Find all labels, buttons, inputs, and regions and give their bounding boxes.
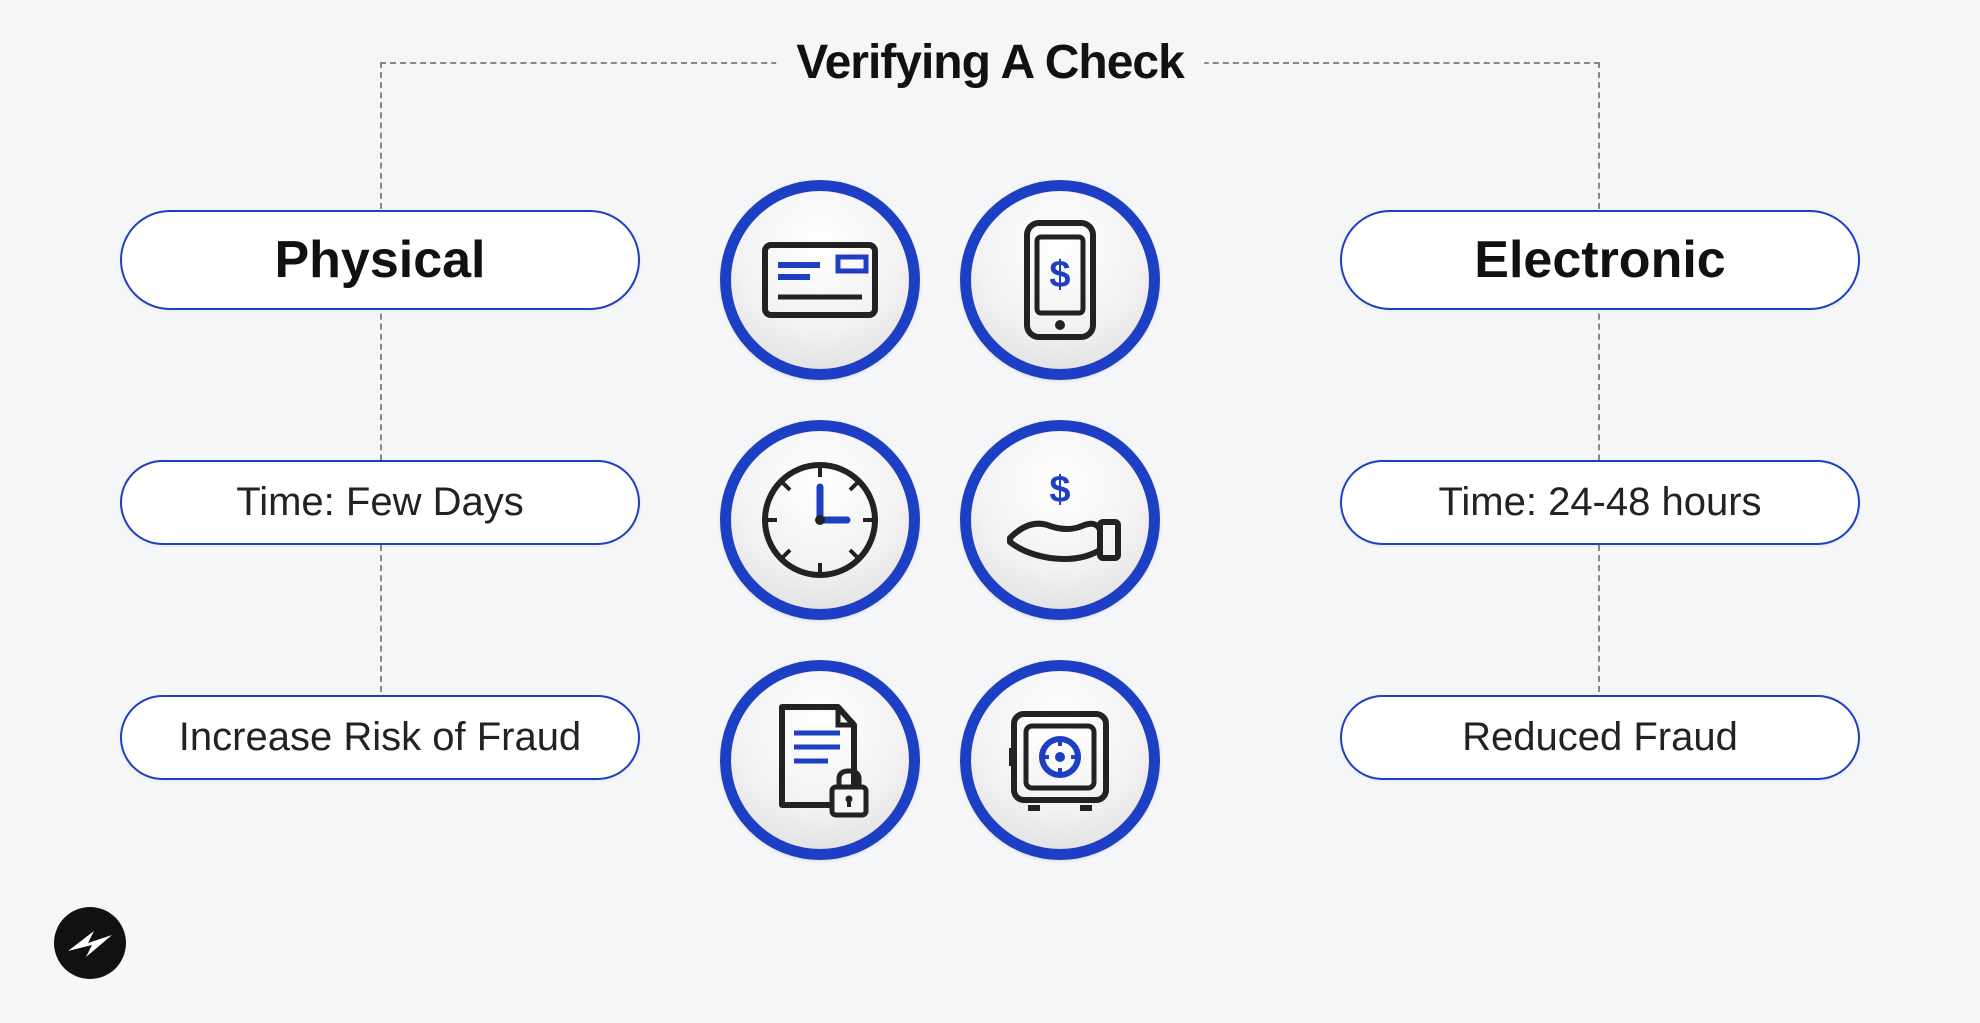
diagram-container: Verifying A Check Physical Time: Few Day…	[0, 0, 1980, 1023]
phone-dollar-icon: $	[960, 180, 1160, 380]
left-fraud-pill: Increase Risk of Fraud	[120, 695, 640, 780]
dashed-left-line	[380, 62, 382, 702]
document-lock-icon	[720, 660, 920, 860]
brand-logo-icon	[50, 903, 130, 983]
page-title: Verifying A Check	[776, 35, 1204, 90]
right-time-pill: Time: 24-48 hours	[1340, 460, 1860, 545]
left-time-pill: Time: Few Days	[120, 460, 640, 545]
left-header-pill: Physical	[120, 210, 640, 310]
svg-text:$: $	[1049, 254, 1070, 296]
right-fraud-pill: Reduced Fraud	[1340, 695, 1860, 780]
clock-icon	[720, 420, 920, 620]
svg-text:$: $	[1049, 469, 1070, 511]
dashed-right-line	[1598, 62, 1600, 702]
hand-dollar-icon: $	[960, 420, 1160, 620]
right-header-pill: Electronic	[1340, 210, 1860, 310]
safe-icon	[960, 660, 1160, 860]
check-icon	[720, 180, 920, 380]
